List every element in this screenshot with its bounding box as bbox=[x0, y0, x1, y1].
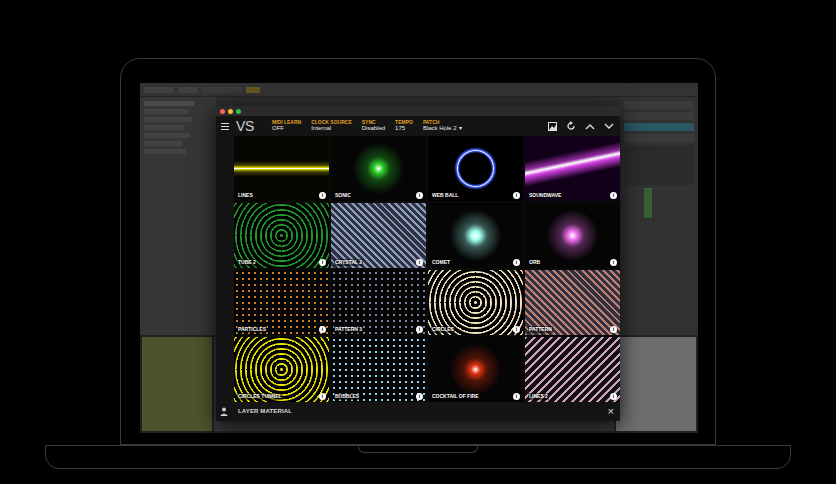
side-strip bbox=[216, 136, 234, 402]
close-button[interactable]: × bbox=[608, 406, 616, 417]
person-icon bbox=[220, 407, 228, 416]
header-field[interactable]: CLOCK SOURCEInternal bbox=[311, 120, 352, 132]
tile-label: WEB BALL bbox=[431, 192, 459, 200]
visual-tile[interactable]: SOUNDWAVE i bbox=[525, 136, 620, 201]
visual-tile[interactable]: SONIC i bbox=[331, 136, 426, 201]
laptop-notch bbox=[358, 445, 478, 453]
tile-label: LINES 2 bbox=[528, 393, 549, 401]
tile-label: CIRCLES TUNNEL bbox=[237, 393, 283, 401]
info-button[interactable]: i bbox=[416, 393, 423, 400]
field-value: Internal bbox=[311, 125, 331, 132]
header-field[interactable]: PATCHBlack Hole 2▾ bbox=[423, 120, 462, 132]
visual-tile[interactable]: LINES i bbox=[234, 136, 329, 201]
info-button[interactable]: i bbox=[610, 326, 617, 333]
header-field[interactable]: MIDI LEARNOFF bbox=[272, 120, 301, 132]
tile-label: ORB bbox=[528, 259, 541, 267]
tile-label: PATTERN bbox=[528, 326, 553, 334]
visual-tile[interactable]: CRYSTAL 2 i bbox=[331, 203, 426, 268]
info-button[interactable]: i bbox=[416, 192, 423, 199]
tile-label: TUBE 2 bbox=[237, 259, 257, 267]
visual-tile[interactable]: LINES 2 i bbox=[525, 337, 620, 402]
header-field[interactable]: SYNCDisabled bbox=[362, 120, 385, 132]
info-button[interactable]: i bbox=[610, 192, 617, 199]
plugin-window[interactable]: VS MIDI LEARNOFF CLOCK SOURCEInternal SYNC… bbox=[216, 106, 620, 421]
dropdown-caret[interactable]: ▾ bbox=[459, 125, 462, 132]
info-button[interactable]: i bbox=[513, 259, 520, 266]
visual-tile[interactable]: BUBBLES i bbox=[331, 337, 426, 402]
field-value: OFF bbox=[272, 125, 284, 132]
visual-grid: LINESiSONICiWEB BALLiSOUNDWAVEiTUBE 2iCR… bbox=[234, 136, 620, 402]
visual-tile[interactable]: CIRCLES TUNNEL i bbox=[234, 337, 329, 402]
laptop-bezel: VS MIDI LEARNOFF CLOCK SOURCEInternal SYNC… bbox=[120, 58, 716, 445]
field-value: Disabled bbox=[362, 125, 385, 132]
info-button[interactable]: i bbox=[513, 393, 520, 400]
tile-label: BUBBLES bbox=[334, 393, 360, 401]
chevron-down-icon[interactable] bbox=[604, 123, 614, 130]
info-button[interactable]: i bbox=[319, 326, 326, 333]
visual-tile[interactable]: PATTERN 3 i bbox=[331, 270, 426, 335]
field-value-row: Internal bbox=[311, 125, 352, 132]
field-value-row: 175 bbox=[395, 125, 413, 132]
field-label: TEMPO bbox=[395, 120, 413, 126]
screen: VS MIDI LEARNOFF CLOCK SOURCEInternal SYNC… bbox=[140, 83, 698, 433]
field-label: PATCH bbox=[423, 120, 462, 126]
visual-tile[interactable]: CIRCLES i bbox=[428, 270, 523, 335]
info-button[interactable]: i bbox=[416, 326, 423, 333]
tile-label: CIRCLES bbox=[431, 326, 455, 334]
tile-label: SOUNDWAVE bbox=[528, 192, 562, 200]
info-button[interactable]: i bbox=[610, 259, 617, 266]
menu-button[interactable] bbox=[216, 123, 234, 130]
tile-label: COMET bbox=[431, 259, 451, 267]
field-label: SYNC bbox=[362, 120, 385, 126]
laptop: VS MIDI LEARNOFF CLOCK SOURCEInternal SYNC… bbox=[0, 0, 836, 469]
field-label: CLOCK SOURCE bbox=[311, 120, 352, 126]
visual-tile[interactable]: PARTICLES i bbox=[234, 270, 329, 335]
image-icon[interactable] bbox=[548, 122, 557, 131]
visual-tile[interactable]: WEB BALL i bbox=[428, 136, 523, 201]
tile-label: LINES bbox=[237, 192, 254, 200]
field-label: MIDI LEARN bbox=[272, 120, 301, 126]
field-value-row: Disabled bbox=[362, 125, 385, 132]
footer-label: LAYER MATERIAL bbox=[238, 407, 292, 416]
visual-tile[interactable]: COCKTAIL OF FIRE i bbox=[428, 337, 523, 402]
field-value: Black Hole 2 bbox=[423, 125, 457, 132]
info-button[interactable]: i bbox=[319, 259, 326, 266]
header-field[interactable]: TEMPO175 bbox=[395, 120, 413, 132]
info-button[interactable]: i bbox=[416, 259, 423, 266]
zoom-dot[interactable] bbox=[236, 109, 241, 114]
info-button[interactable]: i bbox=[319, 192, 326, 199]
visual-tile[interactable]: COMET i bbox=[428, 203, 523, 268]
visual-tile[interactable]: ORB i bbox=[525, 203, 620, 268]
info-button[interactable]: i bbox=[610, 393, 617, 400]
title-bar bbox=[216, 106, 620, 116]
hamburger-icon bbox=[221, 123, 229, 130]
logo: VS bbox=[236, 116, 272, 137]
footer-bar: LAYER MATERIAL × bbox=[216, 402, 620, 421]
tile-label: SONIC bbox=[334, 192, 352, 200]
info-button[interactable]: i bbox=[319, 393, 326, 400]
refresh-icon[interactable] bbox=[566, 121, 576, 131]
header-bar: VS MIDI LEARNOFF CLOCK SOURCEInternal SYNC… bbox=[216, 116, 620, 136]
tile-label: COCKTAIL OF FIRE bbox=[431, 393, 479, 401]
tile-label: PARTICLES bbox=[237, 326, 267, 334]
visual-tile[interactable]: TUBE 2 i bbox=[234, 203, 329, 268]
tile-label: CRYSTAL 2 bbox=[334, 259, 363, 267]
chevron-up-icon[interactable] bbox=[585, 123, 595, 130]
info-button[interactable]: i bbox=[513, 192, 520, 199]
close-dot[interactable] bbox=[220, 109, 225, 114]
laptop-base bbox=[45, 445, 791, 469]
minimize-dot[interactable] bbox=[228, 109, 233, 114]
info-button[interactable]: i bbox=[513, 326, 520, 333]
field-value-row: Black Hole 2▾ bbox=[423, 125, 462, 132]
visual-tile[interactable]: PATTERN i bbox=[525, 270, 620, 335]
field-value: 175 bbox=[395, 125, 405, 132]
tile-label: PATTERN 3 bbox=[334, 326, 363, 334]
field-value-row: OFF bbox=[272, 125, 301, 132]
